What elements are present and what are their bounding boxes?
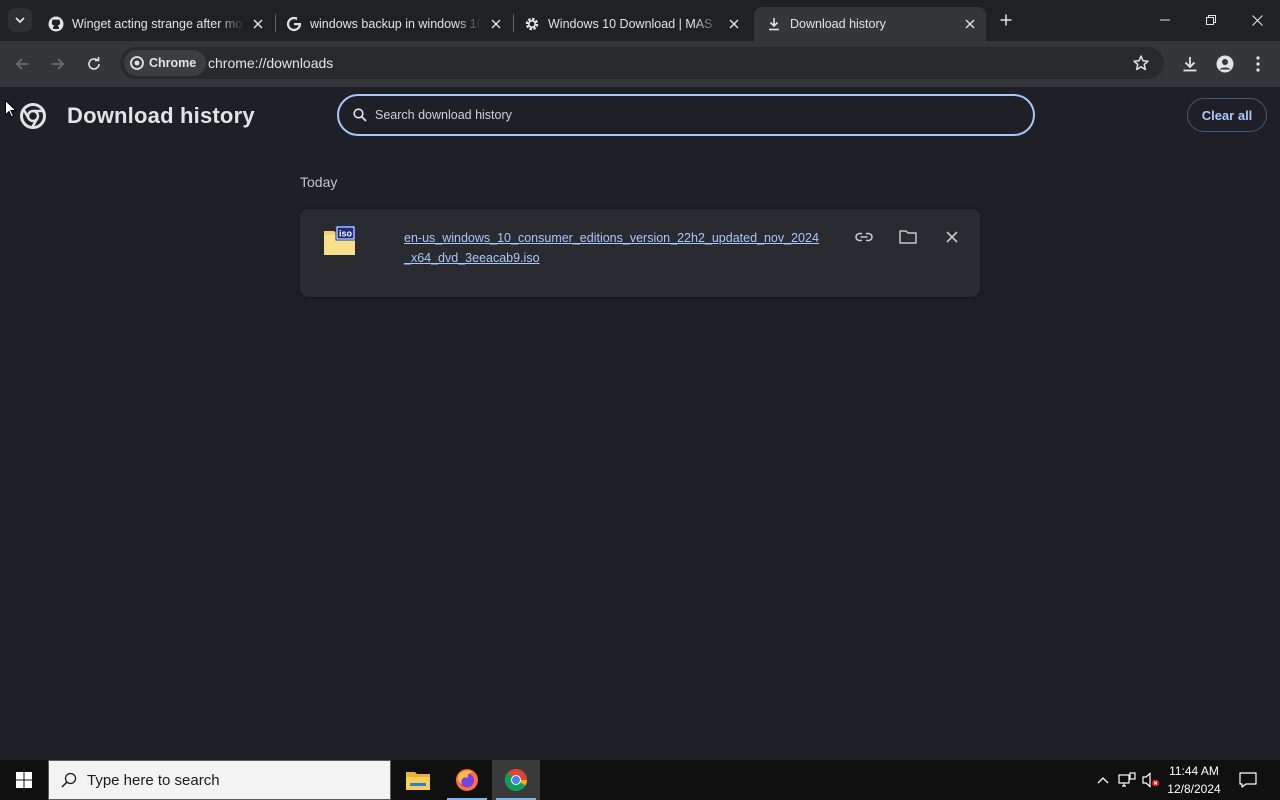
date-header: Today xyxy=(300,174,338,190)
tab-download-history[interactable]: Download history xyxy=(754,7,986,41)
tab-google-search[interactable]: windows backup in windows 10 - Google Se… xyxy=(274,7,512,41)
show-in-folder-button[interactable] xyxy=(894,223,922,251)
tab-title: windows backup in windows 10 - Google Se… xyxy=(310,17,482,31)
new-tab-button[interactable] xyxy=(994,8,1018,32)
arrow-left-icon xyxy=(15,58,28,70)
restore-button[interactable] xyxy=(1188,0,1234,40)
close-icon[interactable] xyxy=(726,16,742,32)
tab-title: Winget acting strange after moving to Wi… xyxy=(72,17,244,31)
download-item: iso en-us_windows_10_consumer_editions_v… xyxy=(300,209,980,297)
arrow-right-icon xyxy=(52,58,65,70)
taskbar-chrome[interactable] xyxy=(492,760,540,800)
close-icon xyxy=(946,231,958,243)
notification-icon xyxy=(1239,772,1257,788)
file-type-label: iso xyxy=(339,229,353,239)
tab-strip: Winget acting strange after moving to Wi… xyxy=(0,0,1280,41)
chrome-logo-icon xyxy=(20,103,46,134)
download-icon xyxy=(766,16,782,32)
clear-all-button[interactable]: Clear all xyxy=(1187,98,1267,132)
tab-windows-download[interactable]: Windows 10 Download | MAS xyxy=(512,7,750,41)
show-hidden-icons-button[interactable] xyxy=(1094,760,1112,800)
chevron-up-icon xyxy=(1097,777,1109,784)
reload-button[interactable] xyxy=(80,50,108,78)
google-icon xyxy=(286,16,302,32)
taskbar-clock[interactable]: 11:44 AM 12/8/2024 xyxy=(1162,762,1226,798)
menu-button[interactable] xyxy=(1244,50,1272,78)
download-icon xyxy=(1183,57,1197,72)
copy-link-button[interactable] xyxy=(850,223,878,251)
firefox-icon xyxy=(456,769,478,791)
address-bar[interactable]: Chrome chrome://downloads xyxy=(120,47,1164,79)
minimize-button[interactable] xyxy=(1142,0,1188,40)
chevron-down-icon xyxy=(15,17,25,24)
windows-taskbar: Type here to search 11:44 AM 12/8/2024 xyxy=(0,760,1280,800)
taskbar-firefox[interactable] xyxy=(443,760,491,800)
site-chip-label: Chrome xyxy=(149,56,197,70)
more-vert-icon xyxy=(1256,56,1260,72)
site-info-chip[interactable]: Chrome xyxy=(124,50,207,76)
search-icon xyxy=(353,108,367,122)
link-icon xyxy=(855,232,873,242)
folder-icon xyxy=(899,230,917,244)
clock-time: 11:44 AM xyxy=(1169,764,1219,778)
windows-logo-icon xyxy=(16,772,32,788)
page-title: Download history xyxy=(67,103,255,128)
taskbar-search-box[interactable]: Type here to search xyxy=(48,760,391,800)
taskbar-file-explorer[interactable] xyxy=(394,760,442,800)
close-icon xyxy=(1251,14,1263,26)
downloads-page: Download history Clear all Today iso en-… xyxy=(0,87,1280,760)
file-explorer-icon xyxy=(406,772,430,790)
minimize-icon xyxy=(1160,19,1170,21)
tab-title: Windows 10 Download | MAS xyxy=(548,17,713,31)
browser-toolbar: Chrome chrome://downloads xyxy=(0,41,1280,87)
reload-icon xyxy=(88,57,100,70)
volume-button[interactable] xyxy=(1140,760,1162,800)
profile-button[interactable] xyxy=(1211,50,1239,78)
speaker-muted-icon xyxy=(1142,772,1159,788)
search-input[interactable] xyxy=(375,108,1033,122)
plus-icon xyxy=(1000,14,1012,26)
close-icon[interactable] xyxy=(250,16,266,32)
back-button[interactable] xyxy=(8,50,36,78)
start-button[interactable] xyxy=(0,760,48,800)
profile-icon xyxy=(1216,55,1234,73)
action-center-button[interactable] xyxy=(1234,760,1262,800)
file-name-link[interactable]: en-us_windows_10_consumer_editions_versi… xyxy=(404,228,824,268)
gear-icon xyxy=(524,16,540,32)
tab-winget[interactable]: Winget acting strange after moving to Wi… xyxy=(36,7,274,41)
network-icon xyxy=(1118,772,1136,787)
restore-icon xyxy=(1206,15,1216,25)
network-status-button[interactable] xyxy=(1116,760,1138,800)
close-icon[interactable] xyxy=(962,16,978,32)
chrome-icon xyxy=(504,769,527,791)
tab-search-button[interactable] xyxy=(8,8,32,32)
close-icon[interactable] xyxy=(488,16,504,32)
tab-title: Download history xyxy=(790,17,886,31)
search-field[interactable] xyxy=(337,94,1035,136)
chrome-icon xyxy=(130,56,144,70)
url-text: chrome://downloads xyxy=(208,55,334,71)
taskbar-search-placeholder: Type here to search xyxy=(87,771,220,789)
mouse-cursor-icon xyxy=(5,99,18,123)
iso-file-icon: iso xyxy=(324,225,356,257)
downloads-button[interactable] xyxy=(1176,50,1204,78)
bookmark-star-icon[interactable] xyxy=(1132,54,1150,77)
search-icon xyxy=(61,772,77,788)
github-icon xyxy=(48,16,64,32)
forward-button[interactable] xyxy=(44,50,72,78)
clock-date: 12/8/2024 xyxy=(1167,782,1221,796)
window-close-button[interactable] xyxy=(1234,0,1280,40)
remove-item-button[interactable] xyxy=(938,223,966,251)
